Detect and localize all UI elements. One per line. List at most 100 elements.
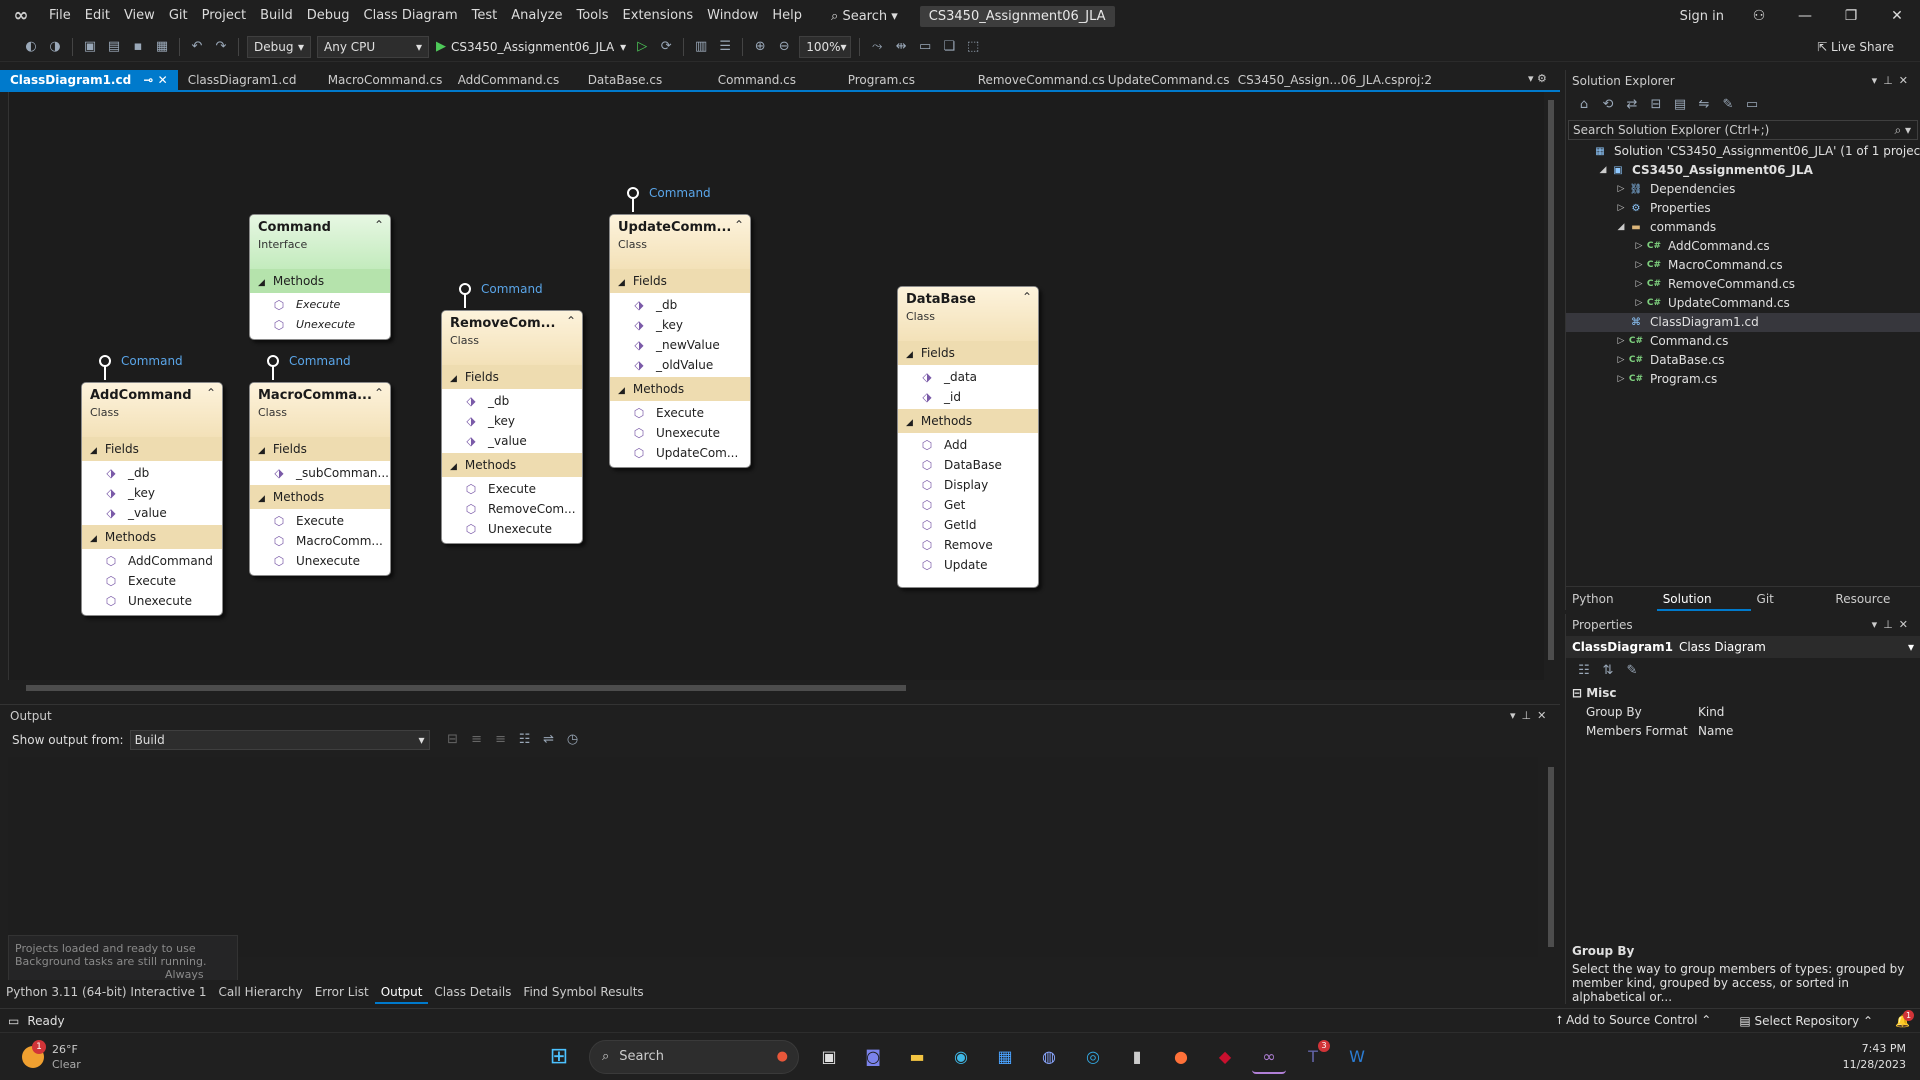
- microsoft-store-icon[interactable]: ▦: [988, 1040, 1022, 1074]
- zoom-select[interactable]: 100% ▾: [799, 35, 852, 58]
- categorized-icon[interactable]: ☷: [1573, 660, 1595, 682]
- tree-item[interactable]: ◢ ▣ CS3450_Assignment06_JLA: [1566, 161, 1920, 180]
- close-tab-icon[interactable]: ✕: [158, 73, 168, 87]
- collapse-all-icon[interactable]: ⊟: [1645, 94, 1667, 116]
- tree-item[interactable]: ▷ C# Program.cs: [1566, 370, 1920, 389]
- methods-section[interactable]: ◢ Methods: [610, 377, 750, 401]
- task-view-icon[interactable]: ▣: [812, 1040, 846, 1074]
- properties-wrench-icon[interactable]: ✎: [1717, 94, 1739, 116]
- property-pages-icon[interactable]: ✎: [1621, 660, 1643, 682]
- fields-section[interactable]: ◢ Fields: [610, 269, 750, 293]
- chrome-icon[interactable]: ◎: [1076, 1040, 1110, 1074]
- clear-all-icon[interactable]: ☷: [514, 729, 536, 751]
- method-item[interactable]: ⬡ RemoveCom...: [442, 499, 582, 519]
- minimize-icon[interactable]: —: [1782, 8, 1828, 24]
- document-tab[interactable]: UpdateCommand.cs: [1098, 70, 1230, 90]
- zoom-out-icon[interactable]: ⊖: [773, 36, 795, 58]
- fields-section[interactable]: ◢ Fields: [250, 437, 390, 461]
- tree-item[interactable]: ▷ ⚙ Properties: [1566, 199, 1920, 218]
- export-diagram-icon[interactable]: ⬚: [962, 36, 984, 58]
- expander-icon[interactable]: ▷: [1614, 199, 1628, 218]
- timestamp-icon[interactable]: ◷: [562, 729, 584, 751]
- word-icon[interactable]: W: [1340, 1040, 1374, 1074]
- teams-icon[interactable]: T3: [1296, 1039, 1330, 1074]
- collapse-icon[interactable]: ⌃: [206, 386, 216, 400]
- method-item[interactable]: ⬡ Add: [898, 435, 1038, 455]
- select-repository-button[interactable]: ▤ Select Repository ⌃: [1739, 1014, 1873, 1028]
- method-item[interactable]: ⬡ Update: [898, 555, 1038, 575]
- methods-section[interactable]: ◢ Methods: [82, 525, 222, 549]
- copilot-icon[interactable]: ◍: [1032, 1040, 1066, 1074]
- pane-controls-icon[interactable]: ▾⊥✕: [1872, 614, 1914, 636]
- field-item[interactable]: ⬗ _newValue: [610, 335, 750, 355]
- show-associations-icon[interactable]: ⤳: [866, 36, 888, 58]
- method-item[interactable]: ⬡ Execute: [82, 571, 222, 591]
- save-icon[interactable]: ▪: [127, 36, 149, 58]
- menu-analyze[interactable]: Analyze: [504, 0, 569, 32]
- tool-tab-error-list[interactable]: Error List: [309, 980, 375, 1004]
- taskbar-search-box[interactable]: ⌕ Search ●: [589, 1039, 799, 1074]
- pin-icon[interactable]: ⊸: [139, 73, 157, 87]
- switch-views-icon[interactable]: ⇋: [1693, 94, 1715, 116]
- field-item[interactable]: ⬗ _key: [610, 315, 750, 335]
- method-item[interactable]: ⬡ Unexecute: [610, 423, 750, 443]
- document-tab[interactable]: DataBase.cs: [578, 70, 708, 90]
- close-window-icon[interactable]: ✕: [1874, 8, 1920, 24]
- property-value[interactable]: Name: [1698, 722, 1733, 741]
- menu-file[interactable]: File: [42, 0, 78, 32]
- tool-tab-python-3-11-64-bit-interactive-1[interactable]: Python 3.11 (64-bit) Interactive 1: [0, 980, 212, 1004]
- property-row[interactable]: Members Format Name: [1566, 722, 1920, 741]
- new-project-icon[interactable]: ▣: [79, 36, 101, 58]
- solution-title[interactable]: CS3450_Assignment06_JLA: [919, 5, 1115, 27]
- menu-build[interactable]: Build: [253, 0, 300, 32]
- live-share-button[interactable]: ⇱ Live Share: [1817, 40, 1894, 54]
- start-debugging-button[interactable]: ▶ CS3450_Assignment06_JLA ▾: [436, 39, 626, 54]
- fields-section[interactable]: ◢ Fields: [898, 341, 1038, 365]
- start-without-debugging-icon[interactable]: ▷: [631, 36, 653, 58]
- hot-reload-icon[interactable]: ⟳: [655, 36, 677, 58]
- file-explorer-icon[interactable]: ▬: [900, 1040, 934, 1074]
- tool-tab-output[interactable]: Output: [374, 980, 429, 1004]
- method-item[interactable]: ⬡ Execute: [610, 403, 750, 423]
- forward-icon[interactable]: ◑: [44, 36, 66, 58]
- expander-icon[interactable]: ▷: [1632, 256, 1646, 275]
- layout-diagram-icon[interactable]: ❏: [938, 36, 960, 58]
- word-wrap-icon[interactable]: ⇌: [538, 729, 560, 751]
- method-item[interactable]: ⬡ MacroComm...: [250, 531, 390, 551]
- system-clock[interactable]: 7:43 PM 11/28/2023: [1843, 1041, 1906, 1073]
- menu-edit[interactable]: Edit: [78, 0, 117, 32]
- redo-icon[interactable]: ↷: [210, 36, 232, 58]
- document-tab[interactable]: RemoveCommand.cs: [968, 70, 1105, 90]
- field-item[interactable]: ⬗ _oldValue: [610, 355, 750, 375]
- expander-icon[interactable]: ◢: [1596, 161, 1610, 180]
- tree-item[interactable]: ◢ ▬ commands: [1566, 218, 1920, 237]
- alphabetical-icon[interactable]: ⇅: [1597, 660, 1619, 682]
- document-tab[interactable]: ClassDiagram1.cd ⊸ ✕: [0, 70, 178, 90]
- canvas-vertical-scrollbar[interactable]: [1544, 92, 1558, 680]
- method-item[interactable]: ⬡ Display: [898, 475, 1038, 495]
- collapse-icon[interactable]: ⌃: [374, 218, 384, 232]
- macrocommand-class-shape[interactable]: MacroComma... Class ⌃ ◢ Fields ⬗ _subComma…: [249, 382, 391, 576]
- method-item[interactable]: ⬡ AddCommand: [82, 551, 222, 571]
- pane-controls-icon[interactable]: ▾⊥✕: [1872, 70, 1914, 92]
- add-source-control-button[interactable]: ⭡ Add to Source Control ⌃: [1557, 1013, 1712, 1028]
- menu-git[interactable]: Git: [162, 0, 195, 32]
- property-value[interactable]: Kind: [1698, 703, 1724, 722]
- tree-item[interactable]: ▦ Solution 'CS3450_Assignment06_JLA' (1 o…: [1566, 142, 1920, 161]
- expander-icon[interactable]: ◢: [1614, 218, 1628, 237]
- method-item[interactable]: ⬡ Execute: [250, 511, 390, 531]
- find-message-icon[interactable]: ⊟: [442, 729, 464, 751]
- display-type-icon[interactable]: ▭: [914, 36, 936, 58]
- command-interface-shape[interactable]: Command Interface ⌃ ◢ Methods ⬡ Execute ⬡ Un…: [249, 214, 391, 340]
- teams-chat-icon[interactable]: ◙: [856, 1040, 890, 1074]
- method-item[interactable]: ⬡ Execute: [250, 295, 390, 315]
- notifications-icon[interactable]: 🔔 1: [1895, 1009, 1915, 1028]
- next-message-icon[interactable]: ≡: [490, 729, 512, 751]
- tree-item[interactable]: ▷ C# Command.cs: [1566, 332, 1920, 351]
- solution-platform-select[interactable]: Any CPU ▾: [317, 35, 429, 58]
- solution-search-input[interactable]: Search Solution Explorer (Ctrl+;) ⌕ ▾: [1568, 120, 1918, 140]
- tool-tab-call-hierarchy[interactable]: Call Hierarchy: [212, 980, 308, 1004]
- method-item[interactable]: ⬡ Unexecute: [82, 591, 222, 611]
- menu-window[interactable]: Window: [700, 0, 765, 32]
- firefox-icon[interactable]: ●: [1164, 1040, 1198, 1074]
